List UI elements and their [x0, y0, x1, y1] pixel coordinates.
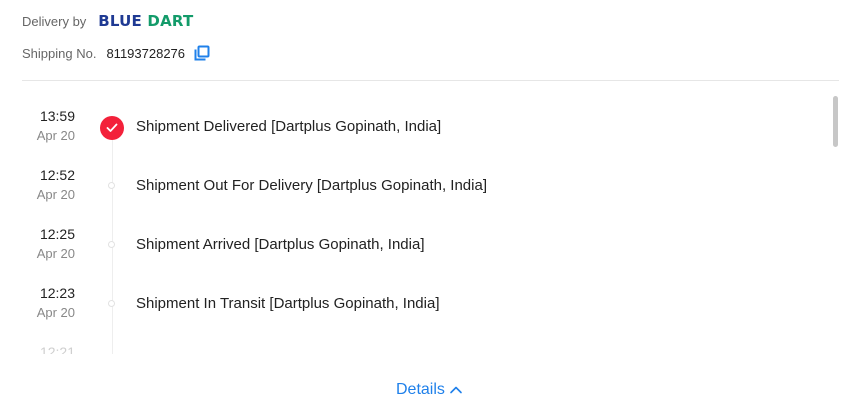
delivery-label: Delivery by: [22, 13, 87, 29]
timeline-event: 13:59 Apr 20 Shipment Delivered [Dartplu…: [22, 96, 812, 148]
timeline-event: 12:52 Apr 20 Shipment Out For Delivery […: [22, 155, 812, 207]
copy-icon[interactable]: [193, 44, 211, 62]
delivered-check-icon: [100, 116, 124, 140]
chevron-up-icon: [449, 383, 463, 397]
timeline-dot-icon: [108, 182, 115, 189]
event-description: Shipment Arrived [Dartplus Gopinath, Ind…: [136, 236, 425, 253]
carrier-logo-part2: DART: [147, 12, 194, 30]
delivery-row: Delivery by BLUE DART: [22, 11, 193, 31]
event-time: 12:52: [39, 167, 75, 183]
event-description: Shipment Out For Delivery [Dartplus Gopi…: [136, 177, 487, 194]
event-time: 12:21: [39, 344, 75, 354]
event-date: Apr 20: [36, 187, 75, 202]
event-date: Apr 20: [36, 305, 75, 320]
shipping-number: 81193728276: [106, 45, 186, 61]
timeline-event: 12:21: [22, 332, 812, 354]
shipping-row: Shipping No. 81193728276: [22, 42, 211, 64]
event-date: Apr 20: [36, 246, 75, 261]
event-date: Apr 20: [36, 128, 75, 143]
event-time: 13:59: [39, 108, 75, 124]
event-time: 12:23: [39, 285, 75, 301]
carrier-logo: BLUE DART: [98, 12, 193, 30]
details-toggle-link[interactable]: Details: [396, 381, 463, 399]
event-time: 12:25: [39, 226, 75, 242]
event-description: Shipment Delivered [Dartplus Gopinath, I…: [136, 118, 442, 135]
timeline-scrollbar[interactable]: [833, 96, 838, 147]
details-label: Details: [396, 381, 445, 398]
event-description: Shipment In Transit [Dartplus Gopinath, …: [136, 295, 440, 312]
shipping-label: Shipping No.: [22, 45, 97, 61]
tracking-timeline[interactable]: 13:59 Apr 20 Shipment Delivered [Dartplu…: [22, 96, 839, 354]
carrier-logo-part1: BLUE: [98, 12, 142, 30]
header-divider: [22, 80, 839, 81]
timeline-event: 12:23 Apr 20 Shipment In Transit [Dartpl…: [22, 273, 812, 325]
timeline-dot-icon: [108, 241, 115, 248]
timeline-event: 12:25 Apr 20 Shipment Arrived [Dartplus …: [22, 214, 812, 266]
timeline-dot-icon: [108, 300, 115, 307]
